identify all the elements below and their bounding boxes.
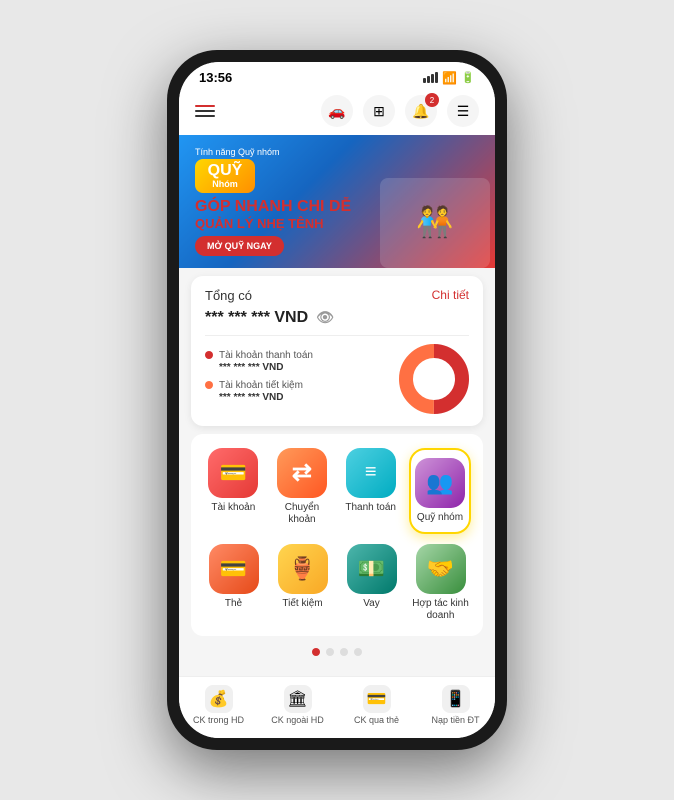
- battery-icon: 🔋: [461, 71, 475, 84]
- notification-badge: 2: [425, 93, 439, 107]
- service-the[interactable]: 💳 Thẻ: [203, 544, 264, 622]
- tiet-kiem-icon: 🏺: [278, 544, 328, 594]
- nav-ck-trong-hd[interactable]: 💰 CK trong HD: [179, 685, 258, 726]
- breakdown-amount-2: *** *** *** VND: [219, 392, 303, 403]
- services-grid-row1: 💳 Tài khoản ⇄ Chuyển khoản ≡ Thanh toán …: [203, 448, 471, 534]
- tai-khoan-label: Tài khoản: [211, 502, 255, 514]
- top-nav: 🚗 ⊞ 🔔 2 ☰: [179, 89, 495, 135]
- dot-3: [340, 648, 348, 656]
- quy-badge: QUỸ Nhóm: [195, 159, 255, 193]
- service-thanh-toan[interactable]: ≡ Thanh toán: [340, 448, 401, 534]
- services-section: 💳 Tài khoản ⇄ Chuyển khoản ≡ Thanh toán …: [191, 434, 483, 636]
- service-quy-nhom[interactable]: 👥 Quỹ nhóm: [409, 448, 471, 534]
- menu-icon[interactable]: ☰: [447, 95, 479, 127]
- ck-qua-the-icon: 💳: [363, 685, 391, 713]
- breakdown-item-2: Tài khoản tiết kiệm *** *** *** VND: [205, 379, 387, 403]
- quy-nhom-label: Quỹ nhóm: [417, 512, 463, 524]
- nhom-text: Nhóm: [212, 179, 238, 189]
- breakdown-label-1: Tài khoản thanh toán: [219, 349, 313, 362]
- chuyen-khoan-label: Chuyển khoản: [272, 502, 333, 526]
- nav-ck-qua-the[interactable]: 💳 CK qua thẻ: [337, 685, 416, 726]
- breakdown-amount-1: *** *** *** VND: [219, 362, 313, 373]
- vay-icon: 💵: [347, 544, 397, 594]
- banner-headline-2: QUẢN LÝ NHẸ TÊNH: [195, 216, 351, 232]
- banner: Tính năng Quỹ nhóm QUỸ Nhóm GÓP NHANH CH…: [179, 135, 495, 268]
- services-grid-row2: 💳 Thẻ 🏺 Tiết kiệm 💵 Vay 🤝 Hợp tác kinh d…: [203, 544, 471, 622]
- banner-subtitle: Tính năng Quỹ nhóm: [195, 147, 351, 157]
- breakdown-items: Tài khoản thanh toán *** *** *** VND Tài…: [205, 349, 387, 409]
- breakdown-1-content: Tài khoản thanh toán *** *** *** VND: [219, 349, 313, 373]
- nap-tien-dt-icon: 📱: [442, 685, 470, 713]
- balance-card: Tổng có Chi tiết *** *** *** VND 👁 Tài k…: [191, 276, 483, 426]
- qr-icon[interactable]: ⊞: [363, 95, 395, 127]
- banner-characters: 🧑‍🤝‍🧑: [375, 135, 495, 268]
- status-icons: 📶 🔋: [423, 71, 475, 85]
- ck-ngoai-hd-label: CK ngoài HD: [271, 715, 324, 726]
- tiet-kiem-label: Tiết kiệm: [282, 598, 322, 610]
- thanh-toan-icon: ≡: [346, 448, 396, 498]
- chi-tiet-link[interactable]: Chi tiết: [432, 288, 469, 302]
- banner-headline: GÓP NHANH CHI DỄ QUẢN LÝ NHẸ TÊNH: [195, 197, 351, 232]
- page-dots: [179, 648, 495, 656]
- hop-tac-icon: 🤝: [416, 544, 466, 594]
- dot-orange: [205, 381, 213, 389]
- banner-headline-1: GÓP NHANH CHI DỄ: [195, 197, 351, 216]
- dot-2: [326, 648, 334, 656]
- dot-4: [354, 648, 362, 656]
- banner-illustration: 🧑‍🤝‍🧑: [380, 178, 490, 268]
- balance-amount: *** *** *** VND 👁: [205, 309, 469, 336]
- nav-ck-ngoai-hd[interactable]: 🏛 CK ngoài HD: [258, 685, 337, 726]
- service-tiet-kiem[interactable]: 🏺 Tiết kiệm: [272, 544, 333, 622]
- the-label: Thẻ: [225, 598, 242, 610]
- phone-screen: 13:56 📶 🔋 🚗 ⊞ 🔔: [179, 62, 495, 738]
- phone-frame: 13:56 📶 🔋 🚗 ⊞ 🔔: [167, 50, 507, 750]
- tai-khoan-icon: 💳: [208, 448, 258, 498]
- status-bar: 13:56 📶 🔋: [179, 62, 495, 89]
- service-vay[interactable]: 💵 Vay: [341, 544, 402, 622]
- wifi-icon: 📶: [442, 71, 457, 85]
- eye-icon[interactable]: 👁: [316, 309, 334, 326]
- chuyen-khoan-icon: ⇄: [277, 448, 327, 498]
- ck-ngoai-hd-icon: 🏛: [284, 685, 312, 713]
- banner-left: Tính năng Quỹ nhóm QUỸ Nhóm GÓP NHANH CH…: [195, 147, 351, 256]
- ck-qua-the-label: CK qua thẻ: [354, 715, 399, 726]
- breakdown-item-1: Tài khoản thanh toán *** *** *** VND: [205, 349, 387, 373]
- thanh-toan-label: Thanh toán: [345, 502, 396, 514]
- service-tai-khoan[interactable]: 💳 Tài khoản: [203, 448, 264, 534]
- balance-value: *** *** *** VND: [205, 309, 308, 327]
- hop-tac-label: Hợp tác kinh doanh: [410, 598, 471, 622]
- status-time: 13:56: [199, 70, 232, 85]
- service-chuyen-khoan[interactable]: ⇄ Chuyển khoản: [272, 448, 333, 534]
- quy-text: QUỸ: [208, 163, 243, 179]
- balance-title: Tổng có: [205, 288, 252, 303]
- nav-nap-tien-dt[interactable]: 📱 Nạp tiền ĐT: [416, 685, 495, 726]
- service-hop-tac[interactable]: 🤝 Hợp tác kinh doanh: [410, 544, 471, 622]
- ck-trong-hd-icon: 💰: [205, 685, 233, 713]
- the-icon: 💳: [209, 544, 259, 594]
- nav-icons: 🚗 ⊞ 🔔 2 ☰: [321, 95, 479, 127]
- ck-trong-hd-label: CK trong HD: [193, 715, 244, 726]
- notification-icon[interactable]: 🔔 2: [405, 95, 437, 127]
- balance-header: Tổng có Chi tiết: [205, 288, 469, 303]
- dot-red: [205, 351, 213, 359]
- signal-icon: [423, 72, 438, 83]
- breakdown-2-content: Tài khoản tiết kiệm *** *** *** VND: [219, 379, 303, 403]
- banner-cta-button[interactable]: MỞ QUỸ NGAY: [195, 236, 284, 256]
- quy-nhom-icon: 👥: [415, 458, 465, 508]
- vay-label: Vay: [363, 598, 380, 610]
- balance-breakdown: Tài khoản thanh toán *** *** *** VND Tài…: [205, 344, 469, 414]
- dot-1: [312, 648, 320, 656]
- car-icon[interactable]: 🚗: [321, 95, 353, 127]
- bottom-nav: 💰 CK trong HD 🏛 CK ngoài HD 💳 CK qua thẻ…: [179, 676, 495, 738]
- nap-tien-dt-label: Nạp tiền ĐT: [431, 715, 479, 726]
- pie-chart: [399, 344, 469, 414]
- breakdown-label-2: Tài khoản tiết kiệm: [219, 379, 303, 392]
- hamburger-menu[interactable]: [195, 105, 215, 117]
